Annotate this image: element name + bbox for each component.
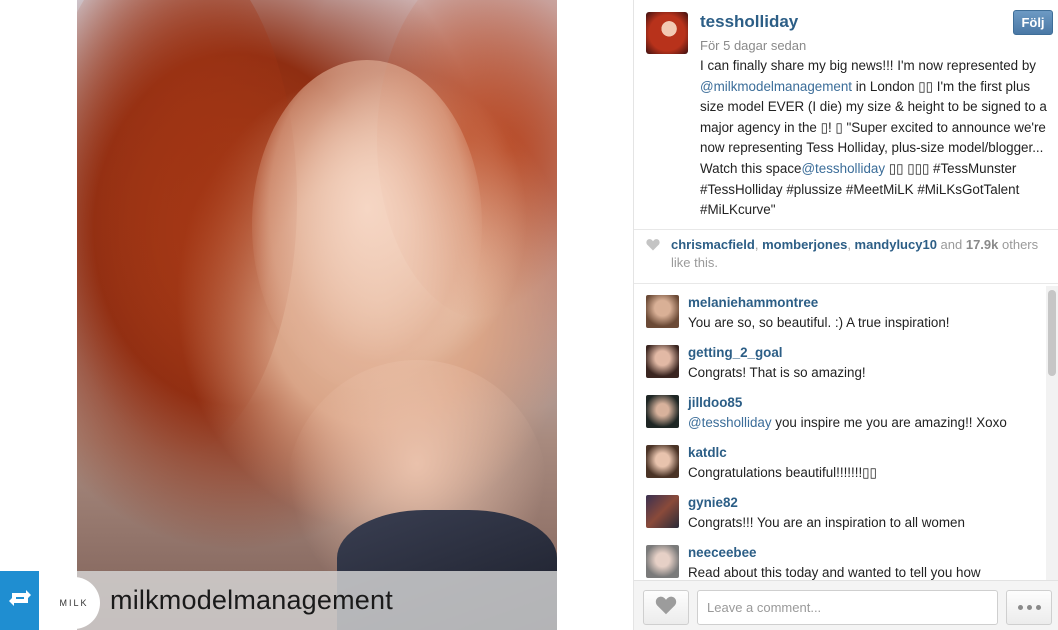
commenter-username[interactable]: jilldoo85	[688, 395, 742, 410]
photo-face-shape	[252, 60, 482, 390]
commenter-avatar[interactable]	[646, 345, 679, 378]
commenter-avatar[interactable]	[646, 445, 679, 478]
comment-item: jilldoo85 @tessholliday you inspire me y…	[646, 384, 1046, 434]
comment-item: katdlc Congratulations beautiful!!!!!!!▯…	[646, 434, 1046, 484]
commenter-username[interactable]: melaniehammontree	[688, 295, 818, 310]
divider	[634, 229, 1058, 230]
liker-username[interactable]: mandylucy10	[855, 237, 937, 252]
commenter-username[interactable]: gynie82	[688, 495, 738, 510]
post-caption: I can finally share my big news!!! I'm n…	[700, 56, 1052, 221]
comment-item: melaniehammontree You are so, so beautif…	[646, 284, 1046, 334]
comment-text-body: you inspire me you are amazing!! Xoxo	[771, 415, 1007, 430]
commenter-avatar[interactable]	[646, 295, 679, 328]
comment-text: Congratulations beautiful!!!!!!!▯▯	[688, 465, 877, 480]
milk-logo: MILK	[48, 577, 100, 629]
comments-list[interactable]: melaniehammontree You are so, so beautif…	[634, 284, 1058, 580]
photo-area: MILK milkmodelmanagement	[0, 0, 633, 630]
more-dots-icon	[1026, 605, 1032, 610]
repost-account-name: milkmodelmanagement	[110, 585, 393, 615]
comment-text: Read about this today and wanted to tell…	[688, 565, 981, 580]
more-dots-icon	[1035, 605, 1041, 610]
likes-text: chrismacfield, momberjones, mandylucy10 …	[671, 236, 1051, 272]
likes-and: and	[936, 237, 966, 252]
post-timestamp: För 5 dagar sedan	[700, 38, 807, 53]
commenter-username[interactable]: katdlc	[688, 445, 727, 460]
caption-mention-tess[interactable]: @tessholliday	[801, 161, 885, 176]
commenter-username[interactable]: neeceebee	[688, 545, 757, 560]
comment-input[interactable]	[697, 590, 998, 625]
caption-mention-milk[interactable]: @milkmodelmanagement	[700, 79, 852, 94]
commenter-avatar[interactable]	[646, 495, 679, 528]
heart-icon	[655, 595, 677, 620]
comments-scrollbar-thumb[interactable]	[1048, 290, 1056, 376]
repost-icon	[7, 587, 33, 614]
more-dots-icon	[1017, 605, 1023, 610]
comment-item: neeceebee Read about this today and want…	[646, 534, 1046, 580]
comment-item: getting_2_goal Congrats! That is so amaz…	[646, 334, 1046, 384]
like-button[interactable]	[643, 590, 689, 625]
liker-username[interactable]: chrismacfield	[671, 237, 755, 252]
liker-username[interactable]: momberjones	[762, 237, 847, 252]
heart-icon	[646, 238, 660, 256]
comment-mention[interactable]: @tessholliday	[688, 415, 772, 430]
post-photo[interactable]	[77, 0, 557, 630]
caption-text: I can finally share my big news!!! I'm n…	[700, 58, 1036, 73]
comment-text: Congrats! That is so amazing!	[688, 365, 866, 380]
milk-logo-text: MILK	[59, 598, 89, 608]
comment-text: Congrats!!! You are an inspiration to al…	[688, 515, 965, 530]
author-avatar[interactable]	[646, 12, 688, 54]
follow-button[interactable]: Följ	[1013, 10, 1053, 35]
comment-text: You are so, so beautiful. :) A true insp…	[688, 315, 950, 330]
more-options-button[interactable]	[1006, 590, 1052, 625]
comment-item: gynie82 Congrats!!! You are an inspirati…	[646, 484, 1046, 534]
likes-count[interactable]: 17.9k	[966, 237, 999, 252]
likes-separator: ,	[847, 237, 855, 252]
post-details-panel: tessholliday Följ För 5 dagar sedan I ca…	[633, 0, 1058, 630]
repost-badge	[0, 571, 39, 630]
commenter-avatar[interactable]	[646, 545, 679, 578]
likes-separator: ,	[754, 237, 763, 252]
comment-bar	[634, 580, 1058, 630]
comment-text: @tessholliday you inspire me you are ama…	[688, 415, 1007, 430]
commenter-avatar[interactable]	[646, 395, 679, 428]
commenter-username[interactable]: getting_2_goal	[688, 345, 783, 360]
author-username[interactable]: tessholliday	[700, 12, 798, 32]
